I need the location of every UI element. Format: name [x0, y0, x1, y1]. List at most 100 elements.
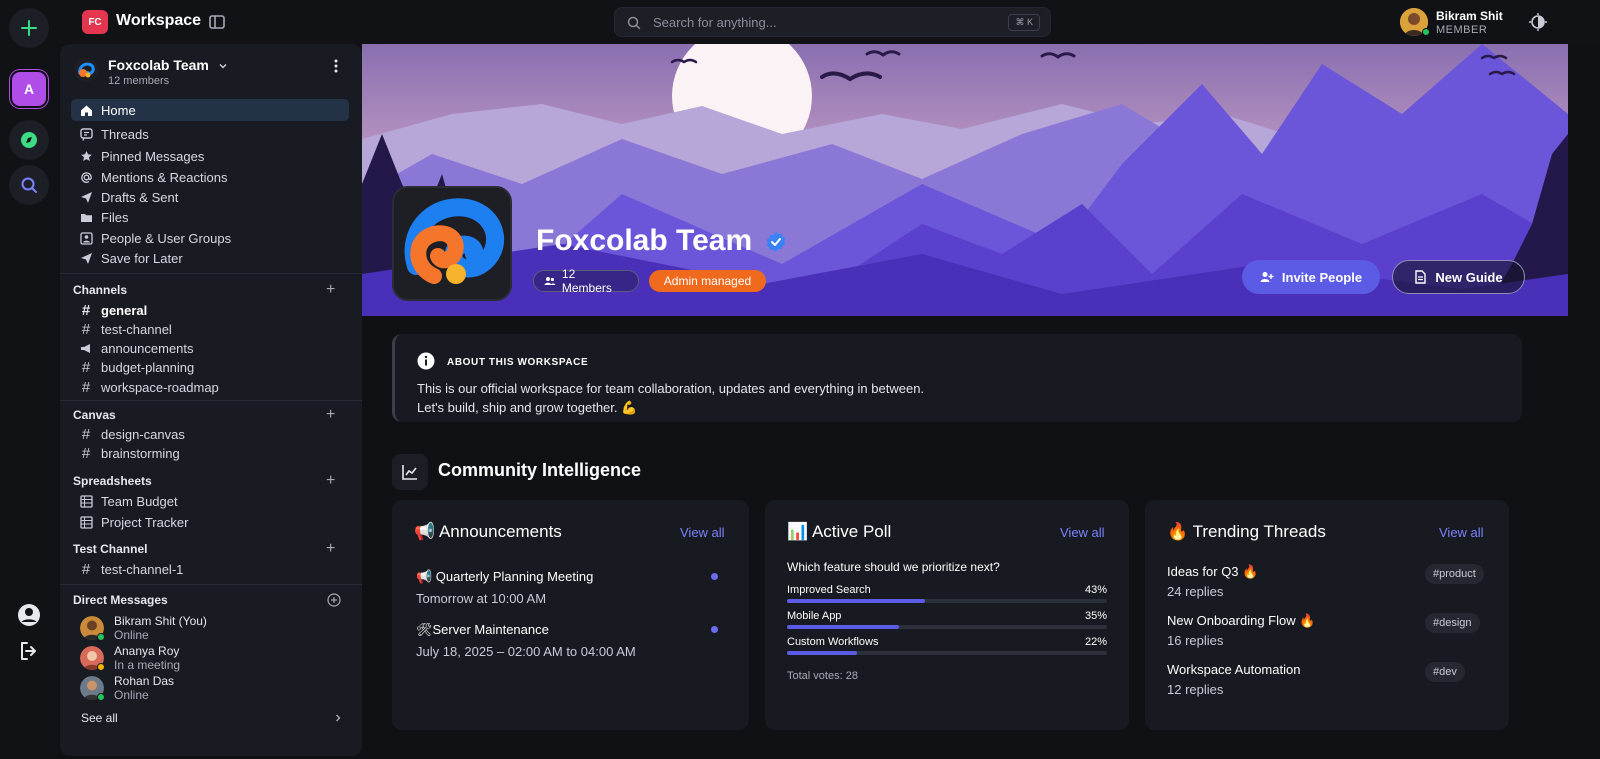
chevron-down-icon [219, 64, 227, 69]
team-logo [74, 58, 98, 82]
current-user-role: MEMBER [1436, 24, 1488, 36]
see-all-label: See all [81, 711, 118, 725]
sidebar-item-people[interactable]: People & User Groups [71, 227, 349, 249]
section-title-test-channel[interactable]: Test Channel [73, 542, 147, 556]
poll-option[interactable]: Mobile App 35% [787, 610, 1107, 622]
trending-threads-card: 🔥 Trending Threads View all Ideas for Q3… [1145, 500, 1509, 730]
add-test-channel-button[interactable]: + [326, 541, 335, 557]
section-title-spreadsheets[interactable]: Spreadsheets [73, 474, 152, 488]
workspace-logo [392, 186, 512, 301]
sidebar-item-mentions[interactable]: Mentions & Reactions [71, 166, 349, 188]
app-rail: A [0, 0, 58, 759]
analytics-icon [402, 465, 417, 480]
sidebar-item-pinned-messages[interactable]: Pinned Messages [71, 145, 349, 167]
poll-option-label: Improved Search [787, 584, 871, 596]
profile-button[interactable] [17, 603, 41, 632]
announcement-item-title[interactable]: 📢 Quarterly Planning Meeting [416, 569, 593, 585]
theme-toggle-button[interactable] [1528, 12, 1548, 37]
team-member-count: 12 members [108, 75, 170, 87]
thread-tag[interactable]: #design [1425, 613, 1480, 633]
logout-button[interactable] [17, 639, 41, 668]
threads-icon [79, 127, 93, 141]
sidebar-item-save-for-later[interactable]: Save for Later [71, 247, 349, 269]
section-title-direct-messages[interactable]: Direct Messages [73, 593, 168, 607]
trending-thread-title[interactable]: Ideas for Q3 🔥 [1167, 564, 1258, 580]
bookmark-icon [80, 252, 92, 264]
poll-option[interactable]: Custom Workflows 22% [787, 636, 1107, 648]
section-title-channels[interactable]: Channels [73, 283, 127, 297]
spreadsheet-team-budget[interactable]: Team Budget [71, 490, 349, 512]
send-icon [80, 191, 92, 203]
see-all-dms-link[interactable]: See all [81, 711, 343, 725]
channel-label: test-channel-1 [101, 561, 184, 577]
team-name[interactable]: Foxcolab Team [108, 57, 228, 73]
channel-label: announcements [101, 340, 194, 356]
new-guide-button[interactable]: New Guide [1392, 260, 1525, 294]
chevron-right-icon [336, 714, 341, 722]
sidebar-item-home[interactable]: Home [71, 99, 349, 121]
user-circle-icon [18, 604, 40, 626]
poll-title: 📊 Active Poll [787, 522, 892, 541]
foxcolab-logo-icon [74, 58, 98, 82]
sidebar-divider [60, 400, 362, 401]
community-intelligence-title: Community Intelligence [438, 460, 642, 480]
compass-icon [21, 132, 37, 148]
channel-workspace-roadmap[interactable]: # workspace-roadmap [71, 376, 349, 398]
channel-label: general [101, 302, 148, 318]
announcement-item-title[interactable]: 🛠Server Maintenance [416, 622, 549, 638]
trending-view-all[interactable]: View all [1439, 525, 1484, 540]
add-dm-button[interactable] [327, 593, 341, 612]
megaphone-icon [80, 343, 90, 353]
members-count-pill[interactable]: 12 Members [533, 267, 639, 295]
sidebar-item-drafts-sent[interactable]: Drafts & Sent [71, 186, 349, 208]
add-workspace-button[interactable] [9, 8, 49, 48]
poll-option[interactable]: Improved Search 43% [787, 584, 1107, 596]
hash-icon: # [81, 320, 91, 338]
channel-budget-planning[interactable]: # budget-planning [71, 356, 349, 378]
toggle-sidebar-button[interactable] [208, 13, 226, 36]
canvas-brainstorming[interactable]: # brainstorming [71, 442, 349, 464]
thread-tag[interactable]: #dev [1425, 662, 1465, 682]
trending-thread-title[interactable]: Workspace Automation [1167, 662, 1300, 677]
sidebar-item-label: Drafts & Sent [101, 189, 179, 205]
app-brand: Workspace [116, 12, 202, 29]
guide-button-label: New Guide [1435, 269, 1503, 285]
search-rail-button[interactable] [9, 165, 49, 205]
home-icon [80, 105, 92, 116]
add-canvas-button[interactable]: + [326, 407, 335, 423]
spreadsheet-icon [79, 515, 93, 529]
team-options-button[interactable] [330, 58, 342, 79]
workspace-switcher-a[interactable]: A [12, 72, 46, 106]
thread-tag[interactable]: #product [1425, 564, 1484, 584]
sidebar-item-label: Files [101, 209, 129, 225]
global-search-input[interactable]: Search for anything... ⌘ K [614, 7, 1051, 37]
workspace-banner: Foxcolab Team 12 Members Admin managed I… [362, 44, 1568, 316]
status-dot [97, 663, 105, 671]
team-name-text: Foxcolab Team [108, 57, 209, 73]
poll-bar-track [787, 599, 1107, 603]
community-intelligence-icon-box [392, 454, 428, 490]
spreadsheet-project-tracker[interactable]: Project Tracker [71, 511, 349, 533]
announcements-view-all[interactable]: View all [680, 525, 725, 540]
add-spreadsheet-button[interactable]: + [326, 473, 335, 489]
trending-title: 🔥 Trending Threads [1167, 522, 1326, 541]
channel-test-channel-1[interactable]: # test-channel-1 [71, 558, 349, 580]
unread-dot [711, 626, 718, 633]
search-shortcut-badge: ⌘ K [1008, 14, 1040, 31]
trending-thread-title[interactable]: New Onboarding Flow 🔥 [1167, 613, 1315, 629]
poll-option-percent: 35% [1084, 610, 1107, 622]
explore-button[interactable] [9, 120, 49, 160]
sidebar-item-label: Home [101, 102, 136, 118]
hash-icon: # [81, 378, 91, 396]
add-channel-button[interactable]: + [326, 282, 335, 298]
hash-icon: # [81, 301, 91, 319]
invite-people-button[interactable]: Invite People [1242, 260, 1380, 294]
sidebar-divider [60, 584, 362, 585]
poll-view-all[interactable]: View all [1060, 525, 1105, 540]
sidebar-item-label: Threads [101, 126, 149, 142]
sidebar-item-files[interactable]: Files [71, 206, 349, 228]
sidebar-item-threads[interactable]: Threads [71, 123, 349, 145]
verified-badge-icon [766, 232, 785, 253]
workspace-logo-badge: FC [82, 10, 108, 34]
section-title-canvas[interactable]: Canvas [73, 408, 116, 422]
